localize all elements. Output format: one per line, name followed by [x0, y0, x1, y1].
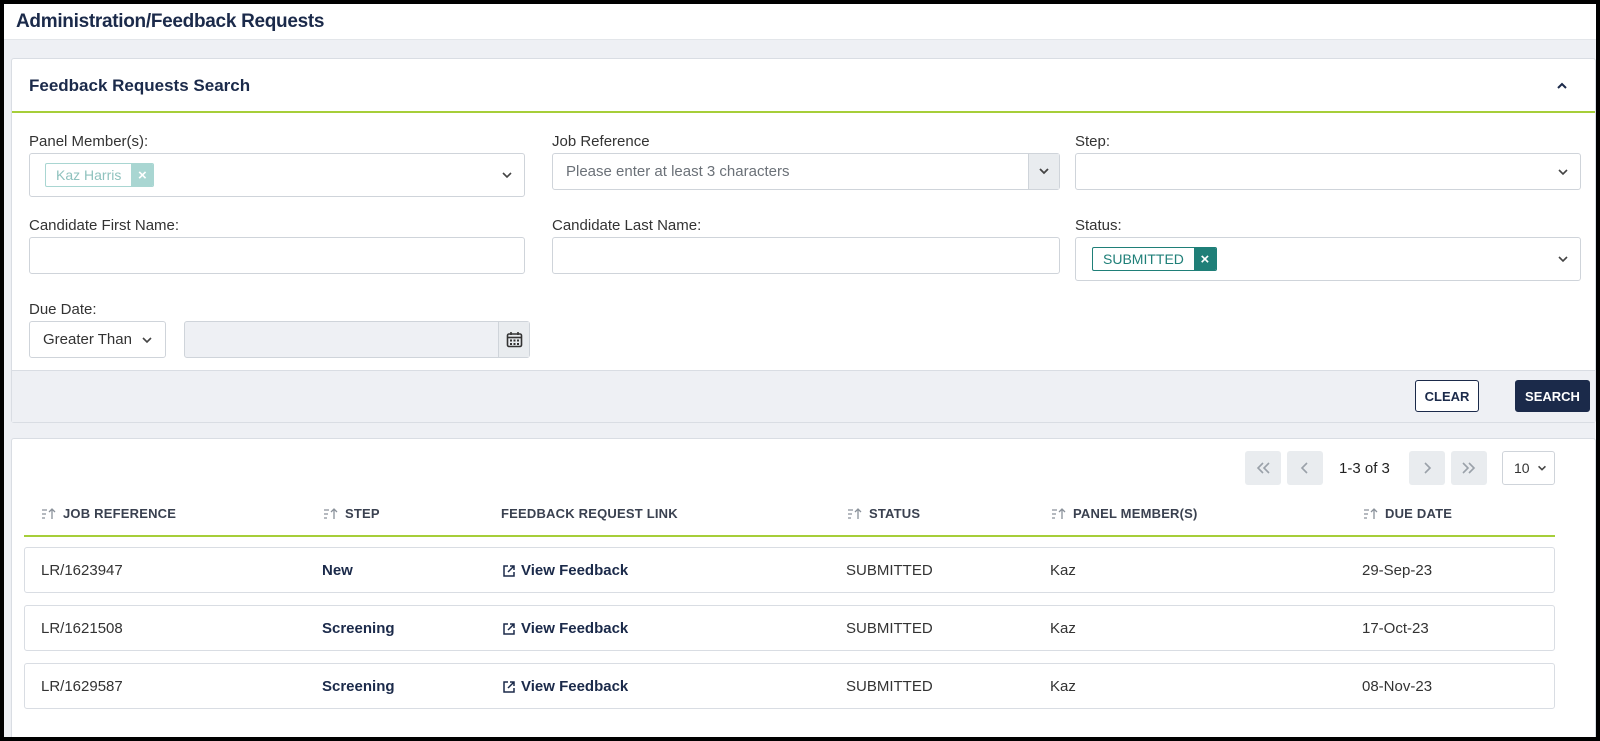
table-row: LR/1629587 Screening View Feedback SUBMI… [24, 663, 1555, 709]
results-panel: 1-3 of 3 10 JOB REFERENCE STEP FEEDBACK … [11, 438, 1596, 737]
status-cell: SUBMITTED [846, 562, 933, 579]
page-size-value: 10 [1514, 460, 1530, 476]
job-reference-dropdown-button[interactable] [1028, 154, 1059, 189]
step-cell: Screening [322, 678, 395, 695]
last-page-icon [1462, 462, 1476, 474]
view-feedback-label: View Feedback [521, 620, 629, 637]
chevron-down-icon [1538, 465, 1546, 471]
step-cell: New [322, 562, 353, 579]
previous-page-icon [1300, 462, 1308, 474]
due-date-label: Due Date: [29, 301, 97, 318]
job-reference-cell: LR/1623947 [41, 562, 123, 579]
column-header-feedback-link: FEEDBACK REQUEST LINK [501, 506, 678, 521]
chevron-down-icon[interactable] [500, 168, 514, 182]
candidate-first-name-input[interactable] [29, 237, 525, 274]
panel-members-cell: Kaz [1050, 562, 1076, 579]
sort-icon [42, 507, 56, 519]
app-frame: Administration/Feedback Requests Feedbac… [4, 4, 1596, 737]
sort-icon [324, 507, 338, 519]
close-icon[interactable]: × [1193, 248, 1216, 270]
column-header-step[interactable]: STEP [323, 506, 380, 521]
due-date-cell: 08-Nov-23 [1362, 678, 1433, 695]
external-link-icon [503, 564, 515, 577]
first-page-icon [1256, 462, 1270, 474]
chevron-down-icon [1558, 169, 1568, 176]
job-reference-label: Job Reference [552, 133, 650, 150]
sort-icon [1052, 507, 1066, 519]
status-cell: SUBMITTED [846, 678, 933, 695]
column-header-label: STATUS [869, 506, 921, 521]
column-header-panel-members[interactable]: PANEL MEMBER(S) [1051, 506, 1198, 521]
due-date-cell: 17-Oct-23 [1362, 620, 1429, 637]
due-date-input[interactable] [184, 321, 530, 358]
view-feedback-label: View Feedback [521, 678, 629, 695]
search-panel-title: Feedback Requests Search [29, 76, 251, 95]
external-link-icon [503, 680, 515, 693]
calendar-button[interactable] [498, 322, 529, 357]
column-header-due-date[interactable]: DUE DATE [1363, 506, 1452, 521]
table-row: LR/1623947 New View Feedback SUBMITTED K… [24, 547, 1555, 593]
column-header-label: FEEDBACK REQUEST LINK [501, 506, 678, 521]
panel-members-label: Panel Member(s): [29, 133, 149, 150]
job-reference-placeholder: Please enter at least 3 characters [566, 163, 790, 180]
last-page-button[interactable] [1451, 451, 1487, 485]
step-label: Step: [1075, 133, 1111, 150]
status-cell: SUBMITTED [846, 620, 933, 637]
due-date-operator-value: Greater Than [43, 331, 132, 348]
search-panel-header[interactable]: Feedback Requests Search [12, 59, 1595, 113]
sort-icon [1364, 507, 1378, 519]
calendar-icon [506, 332, 523, 348]
external-link-icon [503, 622, 515, 635]
column-header-label: JOB REFERENCE [63, 506, 177, 521]
job-reference-cell: LR/1621508 [41, 620, 123, 637]
column-header-status[interactable]: STATUS [847, 506, 920, 521]
first-page-button[interactable] [1245, 451, 1281, 485]
view-feedback-link[interactable]: View Feedback [502, 678, 628, 695]
search-button[interactable]: SEARCH [1515, 380, 1590, 412]
page-size-select[interactable]: 10 [1502, 451, 1555, 485]
next-page-icon [1424, 462, 1432, 474]
column-header-label: PANEL MEMBER(S) [1073, 506, 1198, 521]
previous-page-button[interactable] [1287, 451, 1323, 485]
status-select[interactable]: SUBMITTED × [1075, 237, 1581, 281]
job-reference-input[interactable]: Please enter at least 3 characters [552, 153, 1060, 190]
next-page-button[interactable] [1409, 451, 1445, 485]
status-tag-label: SUBMITTED [1103, 251, 1184, 267]
panel-members-cell: Kaz [1050, 678, 1076, 695]
panel-member-tag: Kaz Harris × [45, 163, 155, 187]
candidate-last-name-label: Candidate Last Name: [552, 217, 702, 234]
column-header-label: DUE DATE [1385, 506, 1453, 521]
close-icon[interactable]: × [131, 164, 154, 186]
status-label: Status: [1075, 217, 1122, 234]
header-divider [24, 535, 1555, 537]
chevron-up-icon[interactable] [1555, 79, 1569, 93]
due-date-operator-select[interactable]: Greater Than [29, 321, 166, 358]
panel-member-tag-label: Kaz Harris [56, 167, 122, 183]
search-panel: Feedback Requests Search Panel Member(s)… [11, 58, 1596, 423]
column-header-label: STEP [345, 506, 380, 521]
table-row: LR/1621508 Screening View Feedback SUBMI… [24, 605, 1555, 651]
due-date-cell: 29-Sep-23 [1362, 562, 1433, 579]
status-tag: SUBMITTED × [1092, 247, 1217, 271]
sort-icon [848, 507, 862, 519]
chevron-down-icon [1039, 168, 1049, 175]
page-header: Administration/Feedback Requests [4, 4, 1596, 40]
candidate-first-name-label: Candidate First Name: [29, 217, 180, 234]
clear-button[interactable]: CLEAR [1415, 380, 1479, 412]
view-feedback-link[interactable]: View Feedback [502, 562, 628, 579]
view-feedback-link[interactable]: View Feedback [502, 620, 628, 637]
pagination-info: 1-3 of 3 [1339, 460, 1390, 477]
panel-members-cell: Kaz [1050, 620, 1076, 637]
step-cell: Screening [322, 620, 395, 637]
search-panel-footer: CLEAR SEARCH [12, 370, 1595, 422]
column-header-job-reference[interactable]: JOB REFERENCE [41, 506, 176, 521]
job-reference-cell: LR/1629587 [41, 678, 123, 695]
step-select[interactable] [1075, 153, 1581, 190]
page-title: Administration/Feedback Requests [16, 11, 325, 32]
chevron-down-icon [142, 337, 152, 344]
panel-members-select[interactable]: Kaz Harris × [29, 153, 525, 197]
chevron-down-icon [1558, 256, 1568, 263]
view-feedback-label: View Feedback [521, 562, 629, 579]
candidate-last-name-input[interactable] [552, 237, 1060, 274]
